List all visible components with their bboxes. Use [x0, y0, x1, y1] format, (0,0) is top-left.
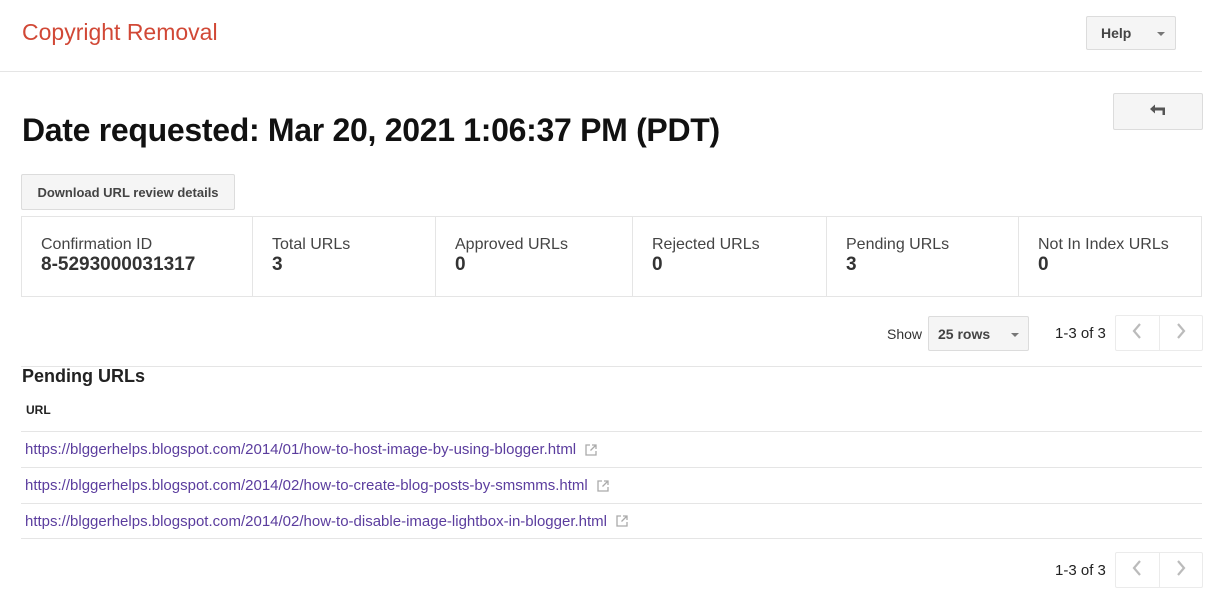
stat-value: 8-5293000031317 — [41, 254, 196, 275]
url-row: https://blggerhelps.blogspot.com/2014/02… — [21, 467, 1202, 503]
previous-page-button[interactable] — [1116, 553, 1159, 587]
summary-stats: Confirmation ID 8-5293000031317 Total UR… — [21, 216, 1202, 297]
stat-label: Total URLs — [272, 236, 351, 253]
stat-value: 0 — [455, 254, 466, 275]
stat-value: 0 — [652, 254, 663, 275]
chevron-down-icon — [1011, 333, 1019, 337]
stat-label: Not In Index URLs — [1038, 236, 1169, 253]
url-link[interactable]: https://blggerhelps.blogspot.com/2014/02… — [25, 513, 607, 530]
app-title: Copyright Removal — [22, 19, 218, 45]
stat-confirmation-id: Confirmation ID 8-5293000031317 — [22, 217, 253, 296]
stat-not-in-index-urls: Not In Index URLs 0 — [1019, 217, 1201, 296]
chevron-down-icon — [1157, 32, 1165, 36]
show-rows-label: Show — [887, 326, 923, 342]
stat-label: Rejected URLs — [652, 236, 760, 253]
pagination-range-bottom: 1-3 of 3 — [1055, 562, 1106, 579]
stat-approved-urls: Approved URLs 0 — [436, 217, 633, 296]
stat-label: Confirmation ID — [41, 236, 153, 253]
url-row: https://blggerhelps.blogspot.com/2014/01… — [21, 431, 1202, 467]
url-row: https://blggerhelps.blogspot.com/2014/02… — [21, 503, 1202, 539]
stat-value: 0 — [1038, 254, 1049, 275]
stat-value: 3 — [846, 254, 857, 275]
external-link-icon[interactable] — [597, 479, 609, 492]
external-link-icon[interactable] — [616, 515, 628, 527]
external-link-icon[interactable] — [585, 443, 597, 456]
page-title: Date requested: Mar 20, 2021 1:06:37 PM … — [22, 112, 720, 148]
stat-value: 3 — [272, 254, 283, 275]
pager-bottom — [1115, 552, 1203, 588]
pending-url-list: https://blggerhelps.blogspot.com/2014/01… — [21, 431, 1202, 539]
rows-per-page-select[interactable]: 25 rows — [928, 316, 1029, 351]
pending-urls-heading: Pending URLs — [22, 366, 146, 386]
help-dropdown-button[interactable]: Help — [1086, 16, 1176, 50]
next-page-button[interactable] — [1158, 316, 1203, 350]
stat-label: Pending URLs — [846, 236, 950, 253]
chevron-right-icon — [1176, 322, 1186, 344]
previous-page-button[interactable] — [1116, 316, 1159, 350]
stat-pending-urls: Pending URLs 3 — [827, 217, 1019, 296]
rows-per-page-value: 25 rows — [938, 325, 991, 342]
stat-total-urls: Total URLs 3 — [253, 217, 436, 296]
reply-arrow-icon — [1149, 103, 1167, 121]
help-label: Help — [1101, 25, 1132, 41]
pagination-range-top: 1-3 of 3 — [1055, 325, 1106, 342]
url-column-header: URL — [26, 403, 51, 417]
next-page-button[interactable] — [1158, 553, 1203, 587]
chevron-right-icon — [1176, 559, 1186, 581]
section-divider — [21, 366, 1202, 367]
app-header: Copyright Removal Help — [0, 0, 1202, 72]
back-button[interactable] — [1113, 93, 1203, 130]
stat-rejected-urls: Rejected URLs 0 — [633, 217, 827, 296]
chevron-left-icon — [1132, 322, 1142, 344]
chevron-left-icon — [1132, 559, 1142, 581]
download-url-review-button[interactable]: Download URL review details — [21, 174, 235, 210]
pager-top — [1115, 315, 1203, 351]
url-link[interactable]: https://blggerhelps.blogspot.com/2014/02… — [25, 477, 588, 494]
url-link[interactable]: https://blggerhelps.blogspot.com/2014/01… — [25, 441, 576, 458]
stat-label: Approved URLs — [455, 236, 568, 253]
